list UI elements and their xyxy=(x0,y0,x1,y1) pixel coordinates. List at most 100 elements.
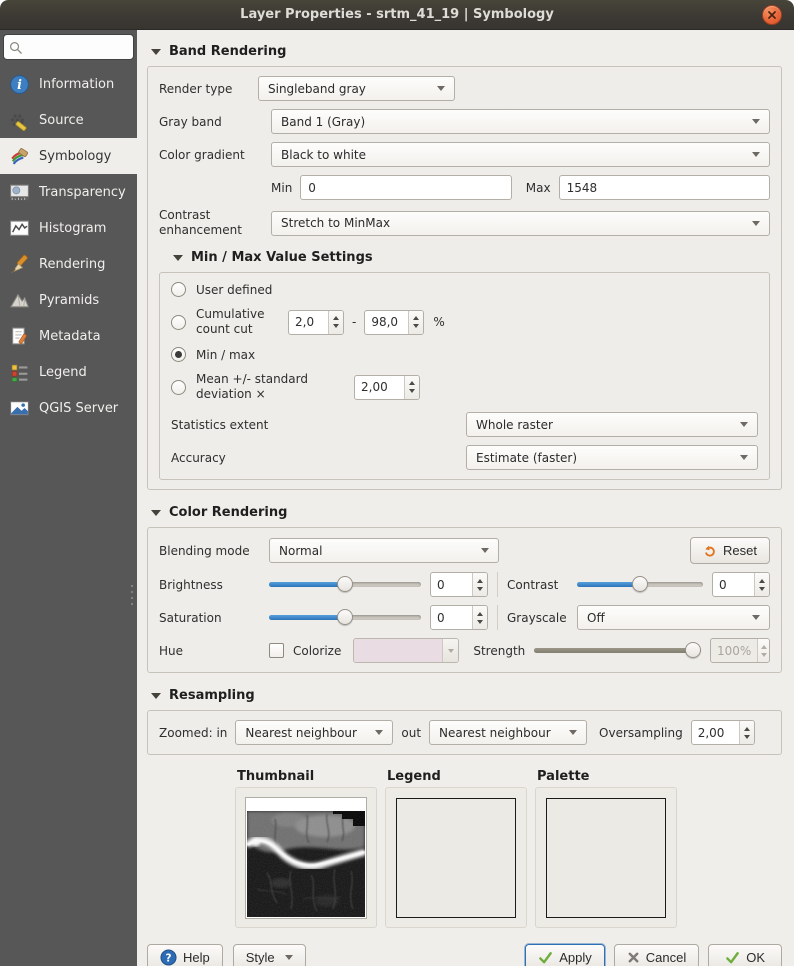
spin-arrows[interactable] xyxy=(739,721,754,744)
blending-mode-select[interactable]: Normal xyxy=(269,538,499,563)
zoomed-out-select[interactable]: Nearest neighbour xyxy=(429,720,587,745)
reset-button[interactable]: Reset xyxy=(690,537,770,564)
sidebar-item-source[interactable]: Source xyxy=(0,102,137,138)
minmax-settings-header[interactable]: Min / Max Value Settings xyxy=(173,250,770,265)
band-rendering-header[interactable]: Band Rendering xyxy=(151,44,782,59)
sidebar-item-information[interactable]: i Information xyxy=(0,66,137,102)
gray-band-select[interactable]: Band 1 (Gray) xyxy=(271,109,770,134)
sidebar-item-qgis-server[interactable]: QGIS Server xyxy=(0,390,137,426)
chevron-down-icon xyxy=(740,455,748,460)
chevron-down-icon xyxy=(285,955,293,960)
brightness-spinbox[interactable]: 0 xyxy=(430,572,488,597)
saturation-spinbox[interactable]: 0 xyxy=(430,605,488,630)
style-button[interactable]: Style xyxy=(233,944,306,966)
search-input[interactable] xyxy=(23,39,119,55)
colorize-checkbox[interactable] xyxy=(269,643,284,658)
collapse-triangle-icon xyxy=(151,49,161,55)
grayscale-select[interactable]: Off xyxy=(577,605,770,630)
contrast-enhancement-select[interactable]: Stretch to MinMax xyxy=(271,211,770,236)
cumulative-high-spinbox[interactable]: 98,0 xyxy=(364,310,424,335)
grayscale-label: Grayscale xyxy=(507,611,577,625)
max-input[interactable]: 1548 xyxy=(559,175,770,200)
spin-arrows[interactable] xyxy=(328,311,343,334)
close-icon xyxy=(766,9,778,21)
color-gradient-label: Color gradient xyxy=(159,148,271,162)
sidebar-search[interactable] xyxy=(3,34,134,60)
chevron-down-icon xyxy=(569,730,577,735)
chevron-down-icon xyxy=(437,86,445,91)
mean-std-spinbox[interactable]: 2,00 xyxy=(354,375,420,400)
collapse-triangle-icon xyxy=(151,510,161,516)
spin-arrows[interactable] xyxy=(754,573,769,596)
sidebar-item-transparency[interactable]: Transparency xyxy=(0,174,137,210)
min-input[interactable]: 0 xyxy=(300,175,511,200)
ok-button[interactable]: OK xyxy=(708,944,782,966)
strength-slider[interactable] xyxy=(534,642,701,659)
color-gradient-select[interactable]: Black to white xyxy=(271,142,770,167)
swatch-dropdown[interactable] xyxy=(442,639,458,662)
max-label: Max xyxy=(526,181,551,195)
titlebar[interactable]: Layer Properties - srtm_41_19 | Symbolog… xyxy=(0,0,794,30)
cumulative-count-cut-radio[interactable] xyxy=(171,315,186,330)
sidebar-item-metadata[interactable]: Metadata xyxy=(0,318,137,354)
help-button[interactable]: ? Help xyxy=(147,944,223,966)
spin-arrows[interactable] xyxy=(404,376,419,399)
sidebar-item-legend[interactable]: Legend xyxy=(0,354,137,390)
render-type-select[interactable]: Singleband gray xyxy=(258,76,455,101)
min-label: Min xyxy=(271,181,292,195)
contrast-label: Contrast xyxy=(507,578,577,592)
sidebar-item-label: Information xyxy=(39,77,114,92)
saturation-slider[interactable] xyxy=(269,609,421,626)
color-swatch xyxy=(354,639,442,662)
sidebar-item-label: Source xyxy=(39,113,84,128)
chevron-down-icon xyxy=(752,221,760,226)
user-defined-radio[interactable] xyxy=(171,282,186,297)
oversampling-spinbox[interactable]: 2,00 xyxy=(691,720,755,745)
spin-arrows[interactable] xyxy=(472,573,487,596)
close-button[interactable] xyxy=(762,5,782,25)
sidebar-item-label: Legend xyxy=(39,365,87,380)
cumulative-low-value: 2,0 xyxy=(289,311,328,334)
section-title: Color Rendering xyxy=(169,505,287,520)
cumulative-count-cut-label: Cumulative count cut xyxy=(196,307,288,337)
style-label: Style xyxy=(246,950,275,965)
min-max-radio[interactable] xyxy=(171,347,186,362)
apply-button[interactable]: Apply xyxy=(525,944,605,966)
brightness-slider[interactable] xyxy=(269,576,421,593)
mean-std-value: 2,00 xyxy=(355,376,404,399)
chevron-down-icon xyxy=(752,119,760,124)
splitter-handle[interactable] xyxy=(130,585,134,605)
chevron-down-icon xyxy=(752,615,760,620)
cumulative-low-spinbox[interactable]: 2,0 xyxy=(288,310,344,335)
min-max-label: Min / max xyxy=(196,348,255,362)
thumbnail-image xyxy=(245,797,367,919)
mean-std-radio[interactable] xyxy=(171,380,186,395)
section-title: Band Rendering xyxy=(169,44,286,59)
strength-value: 100% xyxy=(711,639,757,662)
contrast-spinbox[interactable]: 0 xyxy=(712,572,770,597)
zoomed-in-select[interactable]: Nearest neighbour xyxy=(235,720,393,745)
cancel-button[interactable]: Cancel xyxy=(614,944,699,966)
resampling-header[interactable]: Resampling xyxy=(151,688,782,703)
oversampling-label: Oversampling xyxy=(599,726,683,740)
information-icon: i xyxy=(9,74,30,95)
ok-label: OK xyxy=(746,950,765,965)
spin-arrows[interactable] xyxy=(408,311,423,334)
help-label: Help xyxy=(183,950,210,965)
sidebar-item-rendering[interactable]: Rendering xyxy=(0,246,137,282)
zoomed-in-value: Nearest neighbour xyxy=(245,726,357,740)
sidebar-item-histogram[interactable]: Histogram xyxy=(0,210,137,246)
sidebar-item-pyramids[interactable]: Pyramids xyxy=(0,282,137,318)
contrast-slider[interactable] xyxy=(577,576,703,593)
colorize-color-button[interactable] xyxy=(353,638,459,663)
apply-label: Apply xyxy=(559,950,592,965)
accuracy-select[interactable]: Estimate (faster) xyxy=(466,445,758,470)
color-gradient-value: Black to white xyxy=(281,148,366,162)
transparency-icon xyxy=(9,182,30,203)
render-type-label: Render type xyxy=(159,82,258,96)
sidebar-item-symbology[interactable]: Symbology xyxy=(0,138,137,174)
spin-arrows[interactable] xyxy=(472,606,487,629)
color-rendering-header[interactable]: Color Rendering xyxy=(151,505,782,520)
zoomed-out-label: out xyxy=(401,726,421,740)
statistics-extent-select[interactable]: Whole raster xyxy=(466,412,758,437)
